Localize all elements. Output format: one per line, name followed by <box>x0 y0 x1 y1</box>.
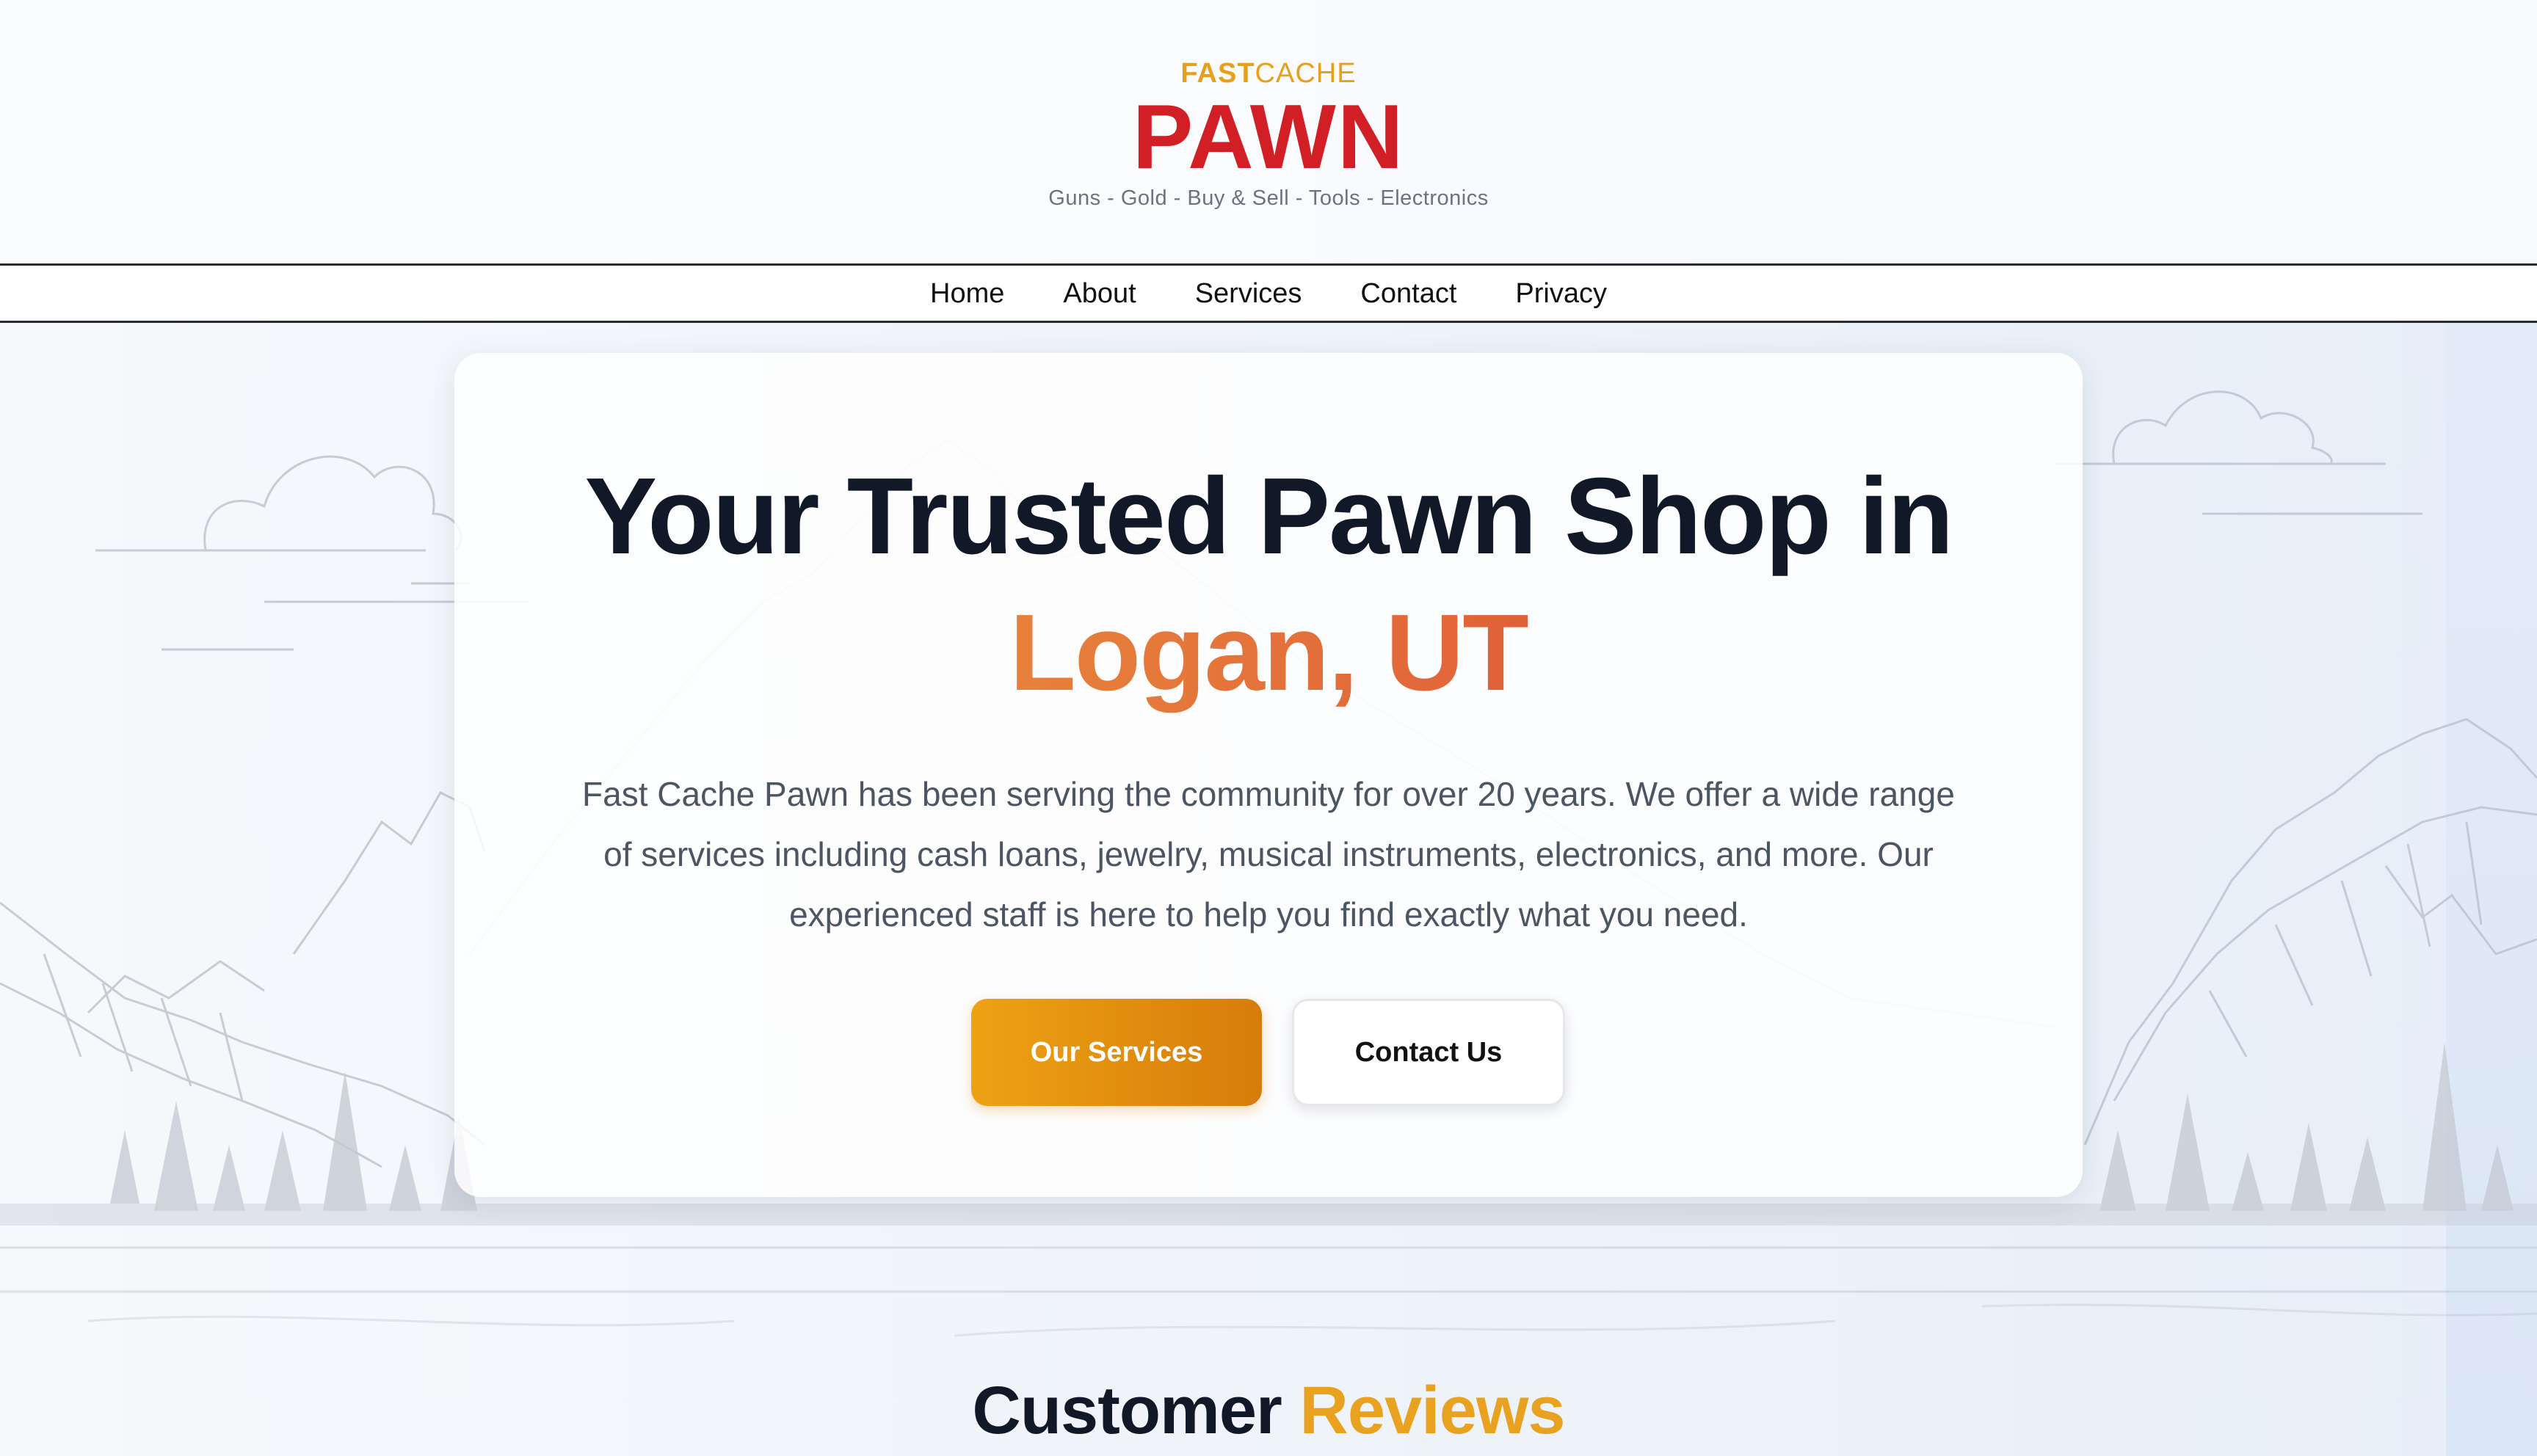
nav-contact[interactable]: Contact <box>1360 275 1456 312</box>
reviews-title-plain: Customer <box>972 1373 1282 1448</box>
nav-services[interactable]: Services <box>1195 275 1302 312</box>
brand-logo[interactable]: FASTCACHE PAWN Guns - Gold - Buy & Sell … <box>0 54 2537 213</box>
our-services-button[interactable]: Our Services <box>971 999 1262 1106</box>
brand-cache-text: CACHE <box>1255 58 1357 89</box>
hero-description: Fast Cache Pawn has been serving the com… <box>582 775 1955 933</box>
brand-name: PAWN <box>1132 87 1405 188</box>
customer-reviews-heading: Customer Reviews <box>0 1366 2537 1455</box>
hero-title-location: Logan, UT <box>454 585 2083 721</box>
brand-fast-text: FAST <box>1180 58 1255 89</box>
hero-title-line1: Your Trusted Pawn Shop in <box>584 456 1953 577</box>
nav-about[interactable]: About <box>1063 275 1136 312</box>
main-nav: Home About Services Contact Privacy <box>0 263 2537 323</box>
hero-card: Your Trusted Pawn Shop in Logan, UT Fast… <box>454 353 2083 1197</box>
nav-home[interactable]: Home <box>930 275 1004 312</box>
brand-tagline: Guns - Gold - Buy & Sell - Tools - Elect… <box>1048 186 1489 210</box>
nav-privacy[interactable]: Privacy <box>1515 275 1607 312</box>
contact-us-button[interactable]: Contact Us <box>1292 999 1565 1106</box>
site-header: FASTCACHE PAWN Guns - Gold - Buy & Sell … <box>0 0 2537 263</box>
reviews-title-accent: Reviews <box>1299 1373 1565 1448</box>
hero-title: Your Trusted Pawn Shop in Logan, UT <box>454 448 2083 721</box>
